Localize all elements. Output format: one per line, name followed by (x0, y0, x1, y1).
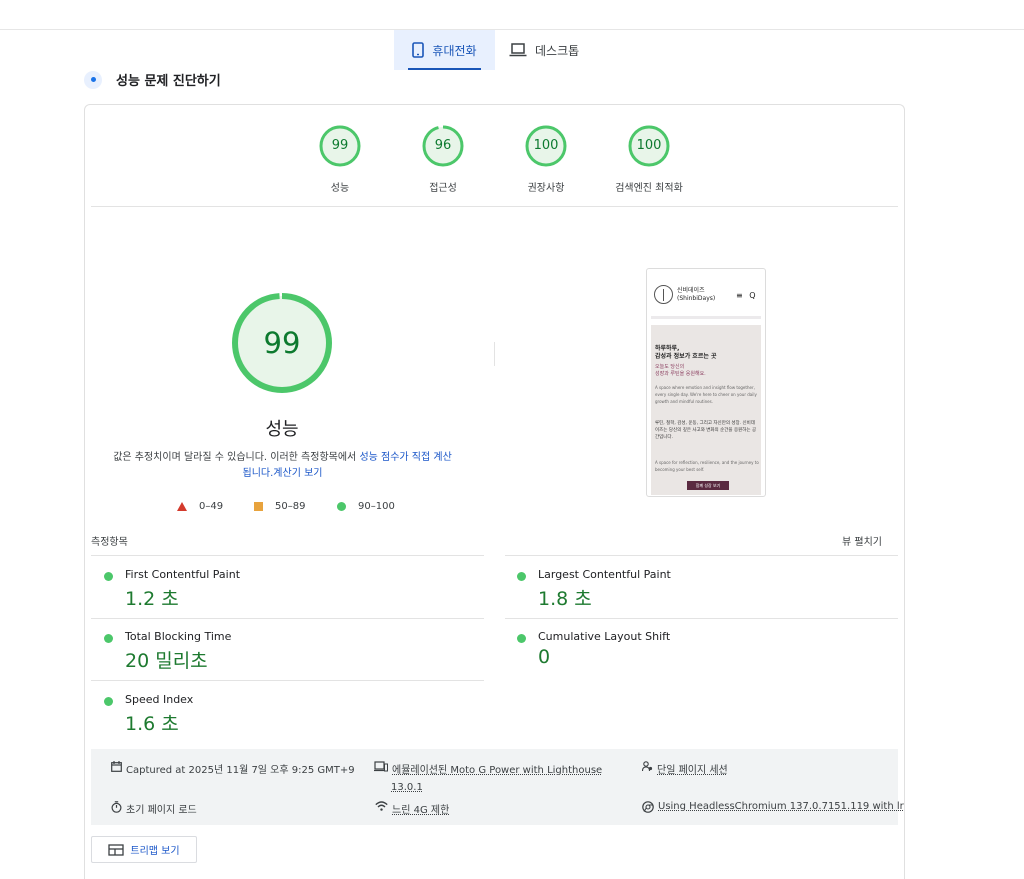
captured-time: Captured at 2025년 11월 7일 오후 9:25 GMT+9 (110, 761, 355, 776)
score-value: 99 (331, 138, 349, 153)
status-dot-icon (84, 70, 102, 89)
section-title: 성능 문제 진단하기 (116, 74, 221, 89)
metric-value: 1.8 초 (538, 588, 592, 610)
timer-icon (110, 801, 122, 813)
legend-good-label: 90–100 (358, 501, 395, 512)
calendar-icon (110, 761, 122, 772)
page-load-type: 초기 페이지 로드 (110, 801, 197, 816)
score-value: 96 (434, 138, 452, 153)
emulated-device[interactable]: 에뮬레이션된 Moto G Power with Lighthouse 13.0… (374, 761, 602, 793)
preview-english-text-2: A space for reflection, resilience, and … (655, 460, 759, 472)
pass-circle-icon (517, 634, 526, 643)
legend-good: 90–100 (337, 501, 395, 512)
network-throttling[interactable]: 느린 4G 제한 (374, 801, 449, 816)
performance-gauge: 99 (231, 292, 333, 394)
metric-name: First Contentful Paint (125, 568, 241, 581)
divider (91, 206, 898, 207)
square-icon (254, 502, 263, 511)
phone-icon (412, 42, 425, 58)
metric-divider (505, 555, 898, 556)
tab-mobile-label: 휴대전화 (432, 43, 477, 58)
legend-bad: 0–49 (177, 501, 223, 512)
gauge-label: 성능 (330, 183, 350, 194)
gauge-performance[interactable]: 99 (319, 125, 361, 167)
preview-korean-text: 루틴, 철학, 감성, 운동, 그리고 자신만의 성장. 신비데이즈는 당신의 … (655, 421, 757, 440)
expand-view-toggle[interactable]: 뷰 펼치기 (842, 533, 882, 548)
score-value: 100 (533, 138, 559, 153)
pass-circle-icon (104, 634, 113, 643)
metric-divider (505, 618, 898, 619)
pass-circle-icon (104, 697, 113, 706)
performance-description: 값은 추정치이며 달라질 수 있습니다. 이러한 측정항목에서 성능 점수가 직… (110, 450, 455, 482)
browser-info[interactable]: Using HeadlessChromium 137.0.7151.119 wi… (641, 801, 904, 813)
metric-name: Speed Index (125, 693, 194, 706)
gauge-label: 권장사항 (527, 183, 565, 194)
preview-hero: 하루하루, 감성과 정보가 흐르는 곳 오늘도 당신의 성장과 루틴을 응원해요… (651, 325, 761, 495)
treemap-button[interactable]: 트리맵 보기 (91, 836, 197, 863)
final-screenshot[interactable]: 신비데이즈 (ShinbiDays) ≡ Q 하루하루, 감성과 정보가 흐르는… (646, 268, 766, 497)
preview-headline: 하루하루, 감성과 정보가 흐르는 곳 (655, 345, 717, 360)
preview-english-text: A space where emotion and insight flow t… (655, 385, 757, 404)
metric-name: Largest Contentful Paint (538, 568, 671, 581)
triangle-icon (177, 502, 187, 511)
metric-value: 1.2 초 (125, 588, 179, 610)
gauge-accessibility[interactable]: 96 (422, 125, 464, 167)
session-type[interactable]: 단일 페이지 세션 (641, 761, 728, 776)
metric-name: Cumulative Layout Shift (538, 630, 671, 643)
treemap-icon (108, 843, 125, 856)
gauge-label: 접근성 (429, 183, 457, 194)
performance-label: 성능 (265, 419, 299, 440)
metric-value: 0 (538, 646, 551, 668)
vertical-divider (494, 342, 495, 366)
preview-cta-button: 함께 성장 보기 (687, 481, 729, 490)
pass-circle-icon (517, 572, 526, 581)
preview-brand: 신비데이즈 (ShinbiDays) (677, 287, 716, 302)
devices-icon (374, 761, 388, 776)
calculator-link[interactable]: 계산기 보기 (273, 468, 322, 479)
metric-divider (91, 555, 484, 556)
preview-divider (651, 316, 761, 319)
tab-desktop-label: 데스크톱 (535, 43, 580, 58)
tab-desktop[interactable]: 데스크톱 (503, 30, 593, 70)
legend-bad-label: 0–49 (199, 501, 224, 512)
gauge-label: 검색엔진 최적화 (615, 183, 683, 194)
menu-search-icon: ≡ Q (736, 291, 758, 300)
tab-mobile[interactable]: 휴대전화 (394, 30, 495, 70)
metric-divider (91, 680, 484, 681)
performance-score: 99 (263, 326, 301, 360)
preview-subtitle: 오늘도 당신의 성장과 루틴을 응원해요. (655, 364, 706, 377)
metric-divider (91, 618, 484, 619)
score-value: 100 (636, 138, 662, 153)
laptop-icon (509, 43, 527, 57)
treemap-label: 트리맵 보기 (130, 846, 180, 857)
legend-average-label: 50–89 (275, 501, 306, 512)
metric-value: 1.6 초 (125, 713, 179, 735)
metrics-title: 측정항목 (91, 537, 128, 548)
person-icon (641, 761, 653, 772)
chrome-icon (641, 801, 654, 813)
tab-active-indicator (408, 68, 481, 70)
metric-name: Total Blocking Time (125, 630, 232, 643)
wifi-icon (374, 801, 388, 811)
desc-text: 값은 추정치이며 달라질 수 있습니다. 이러한 측정항목에서 (113, 452, 357, 463)
section-heading: 성능 문제 진단하기 (84, 70, 221, 89)
gauge-best-practices[interactable]: 100 (525, 125, 567, 167)
pass-circle-icon (104, 572, 113, 581)
circle-icon (337, 502, 346, 511)
logo-icon (654, 285, 673, 304)
legend-average: 50–89 (254, 501, 305, 512)
metric-value: 20 밀리초 (125, 650, 208, 672)
gauge-seo[interactable]: 100 (628, 125, 670, 167)
